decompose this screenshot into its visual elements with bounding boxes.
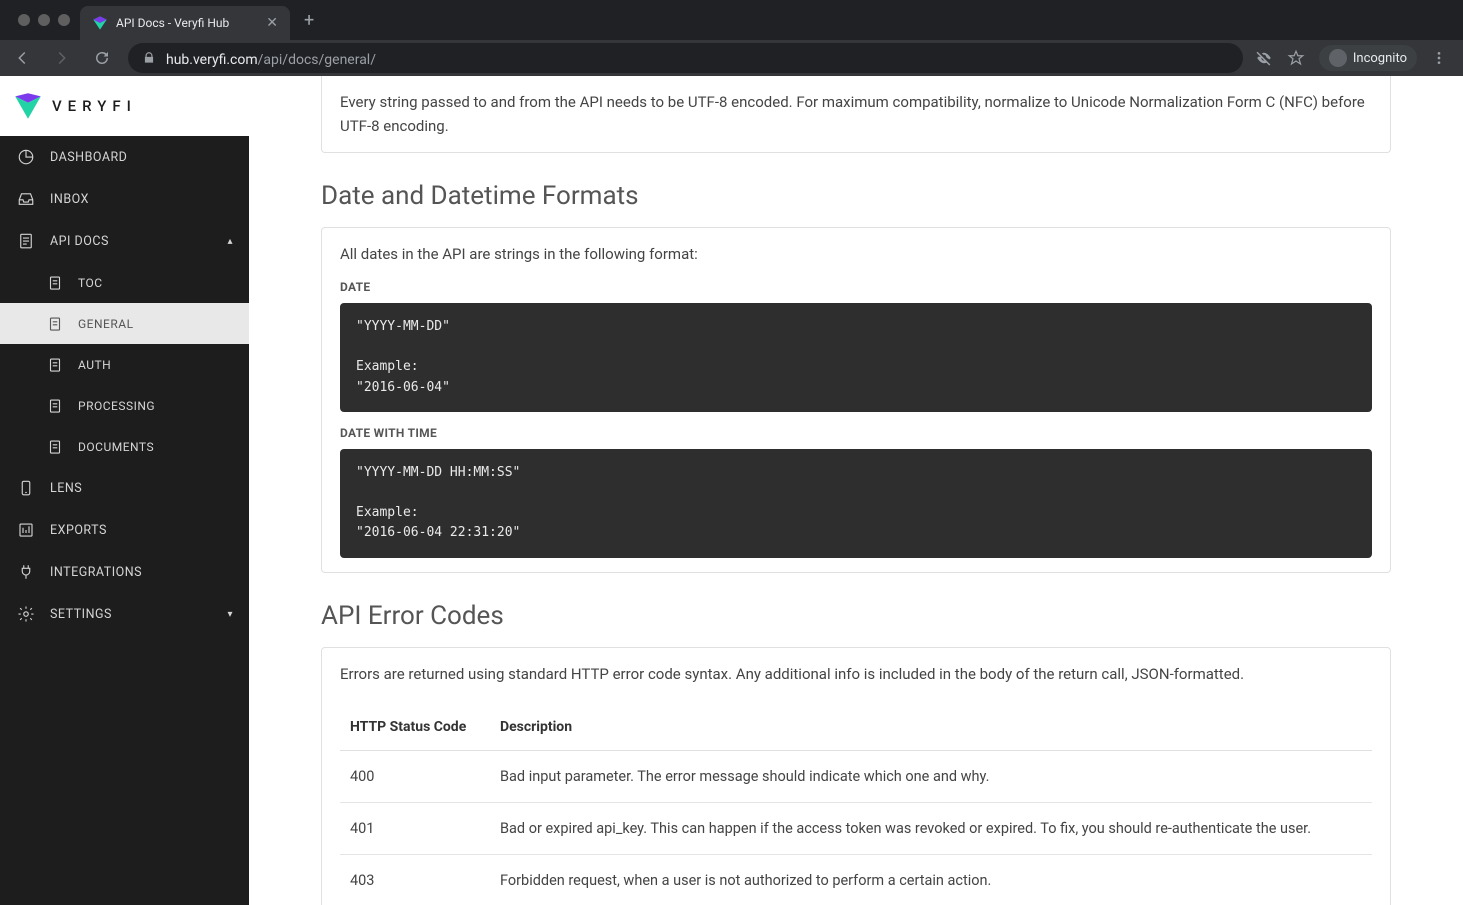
dates-card: All dates in the API are strings in the …: [321, 227, 1391, 573]
error-codes-table: HTTP Status Code Description 400Bad inpu…: [340, 704, 1372, 905]
page-icon: [46, 274, 64, 292]
sidebar-item-label: INTEGRATIONS: [50, 565, 142, 580]
reload-button[interactable]: [88, 44, 116, 72]
incognito-icon: [1329, 49, 1347, 67]
sidebar-subitem-label: DOCUMENTS: [78, 440, 154, 454]
datetime-label: DATE WITH TIME: [340, 424, 1372, 443]
error-code: 401: [340, 803, 490, 855]
table-header-code: HTTP Status Code: [340, 704, 490, 751]
sidebar-item-label: EXPORTS: [50, 523, 107, 538]
table-header-desc: Description: [490, 704, 1372, 751]
brand-logo[interactable]: VERYFI: [0, 76, 249, 136]
encoding-note-card: Every string passed to and from the API …: [321, 76, 1391, 153]
chevron-up-icon: ▴: [227, 236, 233, 247]
sidebar-subitem-auth[interactable]: AUTH: [0, 344, 249, 385]
inbox-icon: [17, 190, 35, 208]
page-icon: [46, 315, 64, 333]
sidebar-subitem-label: AUTH: [78, 358, 111, 372]
browser-chrome: API Docs - Veryfi Hub ✕ + hub.veryfi.com…: [0, 0, 1463, 76]
error-code: 400: [340, 750, 490, 802]
incognito-badge[interactable]: Incognito: [1319, 45, 1417, 71]
tab-bar: API Docs - Veryfi Hub ✕ +: [0, 0, 1463, 40]
encoding-note-text: Every string passed to and from the API …: [340, 93, 1365, 135]
sidebar-subitem-label: TOC: [78, 276, 103, 290]
table-row: 400Bad input parameter. The error messag…: [340, 750, 1372, 802]
arrow-right-icon: [53, 49, 71, 67]
menu-icon[interactable]: [1431, 50, 1447, 66]
gear-icon: [17, 605, 35, 623]
error-desc: Bad or expired api_key. This can happen …: [490, 803, 1372, 855]
sidebar-item-label: LENS: [50, 481, 82, 496]
back-button[interactable]: [8, 44, 36, 72]
sidebar-subitem-processing[interactable]: PROCESSING: [0, 385, 249, 426]
brand-text: VERYFI: [52, 97, 137, 115]
doc-icon: [17, 232, 35, 250]
error-desc: Bad input parameter. The error message s…: [490, 750, 1372, 802]
eye-off-icon[interactable]: [1255, 49, 1273, 67]
logo-icon: [12, 90, 44, 122]
pie-icon: [17, 148, 35, 166]
window-close[interactable]: [18, 14, 30, 26]
sidebar-subitem-toc[interactable]: TOC: [0, 262, 249, 303]
main-content[interactable]: Every string passed to and from the API …: [249, 76, 1463, 905]
page-icon: [46, 397, 64, 415]
forward-button[interactable]: [48, 44, 76, 72]
error-desc: Forbidden request, when a user is not au…: [490, 855, 1372, 905]
error-code: 403: [340, 855, 490, 905]
date-code-block: "YYYY-MM-DD" Example: "2016-06-04": [340, 303, 1372, 412]
sidebar: VERYFI DASHBOARD INBOX API DOCS ▴ TOC GENERAL…: [0, 76, 249, 905]
sidebar-item-apidocs[interactable]: API DOCS ▴: [0, 220, 249, 262]
table-row: 403Forbidden request, when a user is not…: [340, 855, 1372, 905]
date-label: DATE: [340, 278, 1372, 297]
sidebar-item-label: API DOCS: [50, 234, 109, 249]
section-title-dates: Date and Datetime Formats: [321, 181, 1391, 211]
errors-intro: Errors are returned using standard HTTP …: [340, 662, 1372, 686]
reload-icon: [93, 49, 111, 67]
exports-icon: [17, 521, 35, 539]
sidebar-item-label: DASHBOARD: [50, 150, 127, 165]
sidebar-item-label: SETTINGS: [50, 607, 112, 622]
sidebar-subitem-general[interactable]: GENERAL: [0, 303, 249, 344]
tab-close-icon[interactable]: ✕: [266, 15, 278, 31]
page-icon: [46, 356, 64, 374]
plug-icon: [17, 563, 35, 581]
address-bar: hub.veryfi.com/api/docs/general/ Incogni…: [0, 40, 1463, 76]
window-minimize[interactable]: [38, 14, 50, 26]
errors-card: Errors are returned using standard HTTP …: [321, 647, 1391, 905]
sidebar-item-label: INBOX: [50, 192, 89, 207]
star-icon[interactable]: [1287, 49, 1305, 67]
sidebar-item-settings[interactable]: SETTINGS ▾: [0, 593, 249, 635]
lock-icon: [142, 51, 156, 65]
page: VERYFI DASHBOARD INBOX API DOCS ▴ TOC GENERAL…: [0, 76, 1463, 905]
sidebar-item-dashboard[interactable]: DASHBOARD: [0, 136, 249, 178]
sidebar-subitem-documents[interactable]: DOCUMENTS: [0, 426, 249, 467]
favicon-icon: [92, 15, 108, 31]
url-field[interactable]: hub.veryfi.com/api/docs/general/: [128, 43, 1243, 73]
sidebar-item-lens[interactable]: LENS: [0, 467, 249, 509]
table-row: 401Bad or expired api_key. This can happ…: [340, 803, 1372, 855]
incognito-label: Incognito: [1353, 51, 1407, 66]
sidebar-subitem-label: PROCESSING: [78, 399, 155, 413]
sidebar-subitem-label: GENERAL: [78, 317, 134, 331]
chevron-down-icon: ▾: [227, 609, 233, 620]
dates-intro: All dates in the API are strings in the …: [340, 242, 1372, 266]
arrow-left-icon: [13, 49, 31, 67]
new-tab-button[interactable]: +: [290, 10, 328, 31]
datetime-code-block: "YYYY-MM-DD HH:MM:SS" Example: "2016-06-…: [340, 449, 1372, 558]
tab-title: API Docs - Veryfi Hub: [116, 16, 258, 30]
browser-tab[interactable]: API Docs - Veryfi Hub ✕: [80, 6, 290, 40]
window-maximize[interactable]: [58, 14, 70, 26]
phone-icon: [17, 479, 35, 497]
url-text: hub.veryfi.com/api/docs/general/: [166, 49, 376, 68]
section-title-errors: API Error Codes: [321, 601, 1391, 631]
sidebar-item-inbox[interactable]: INBOX: [0, 178, 249, 220]
sidebar-item-exports[interactable]: EXPORTS: [0, 509, 249, 551]
window-controls: [8, 14, 80, 26]
page-icon: [46, 438, 64, 456]
sidebar-item-integrations[interactable]: INTEGRATIONS: [0, 551, 249, 593]
